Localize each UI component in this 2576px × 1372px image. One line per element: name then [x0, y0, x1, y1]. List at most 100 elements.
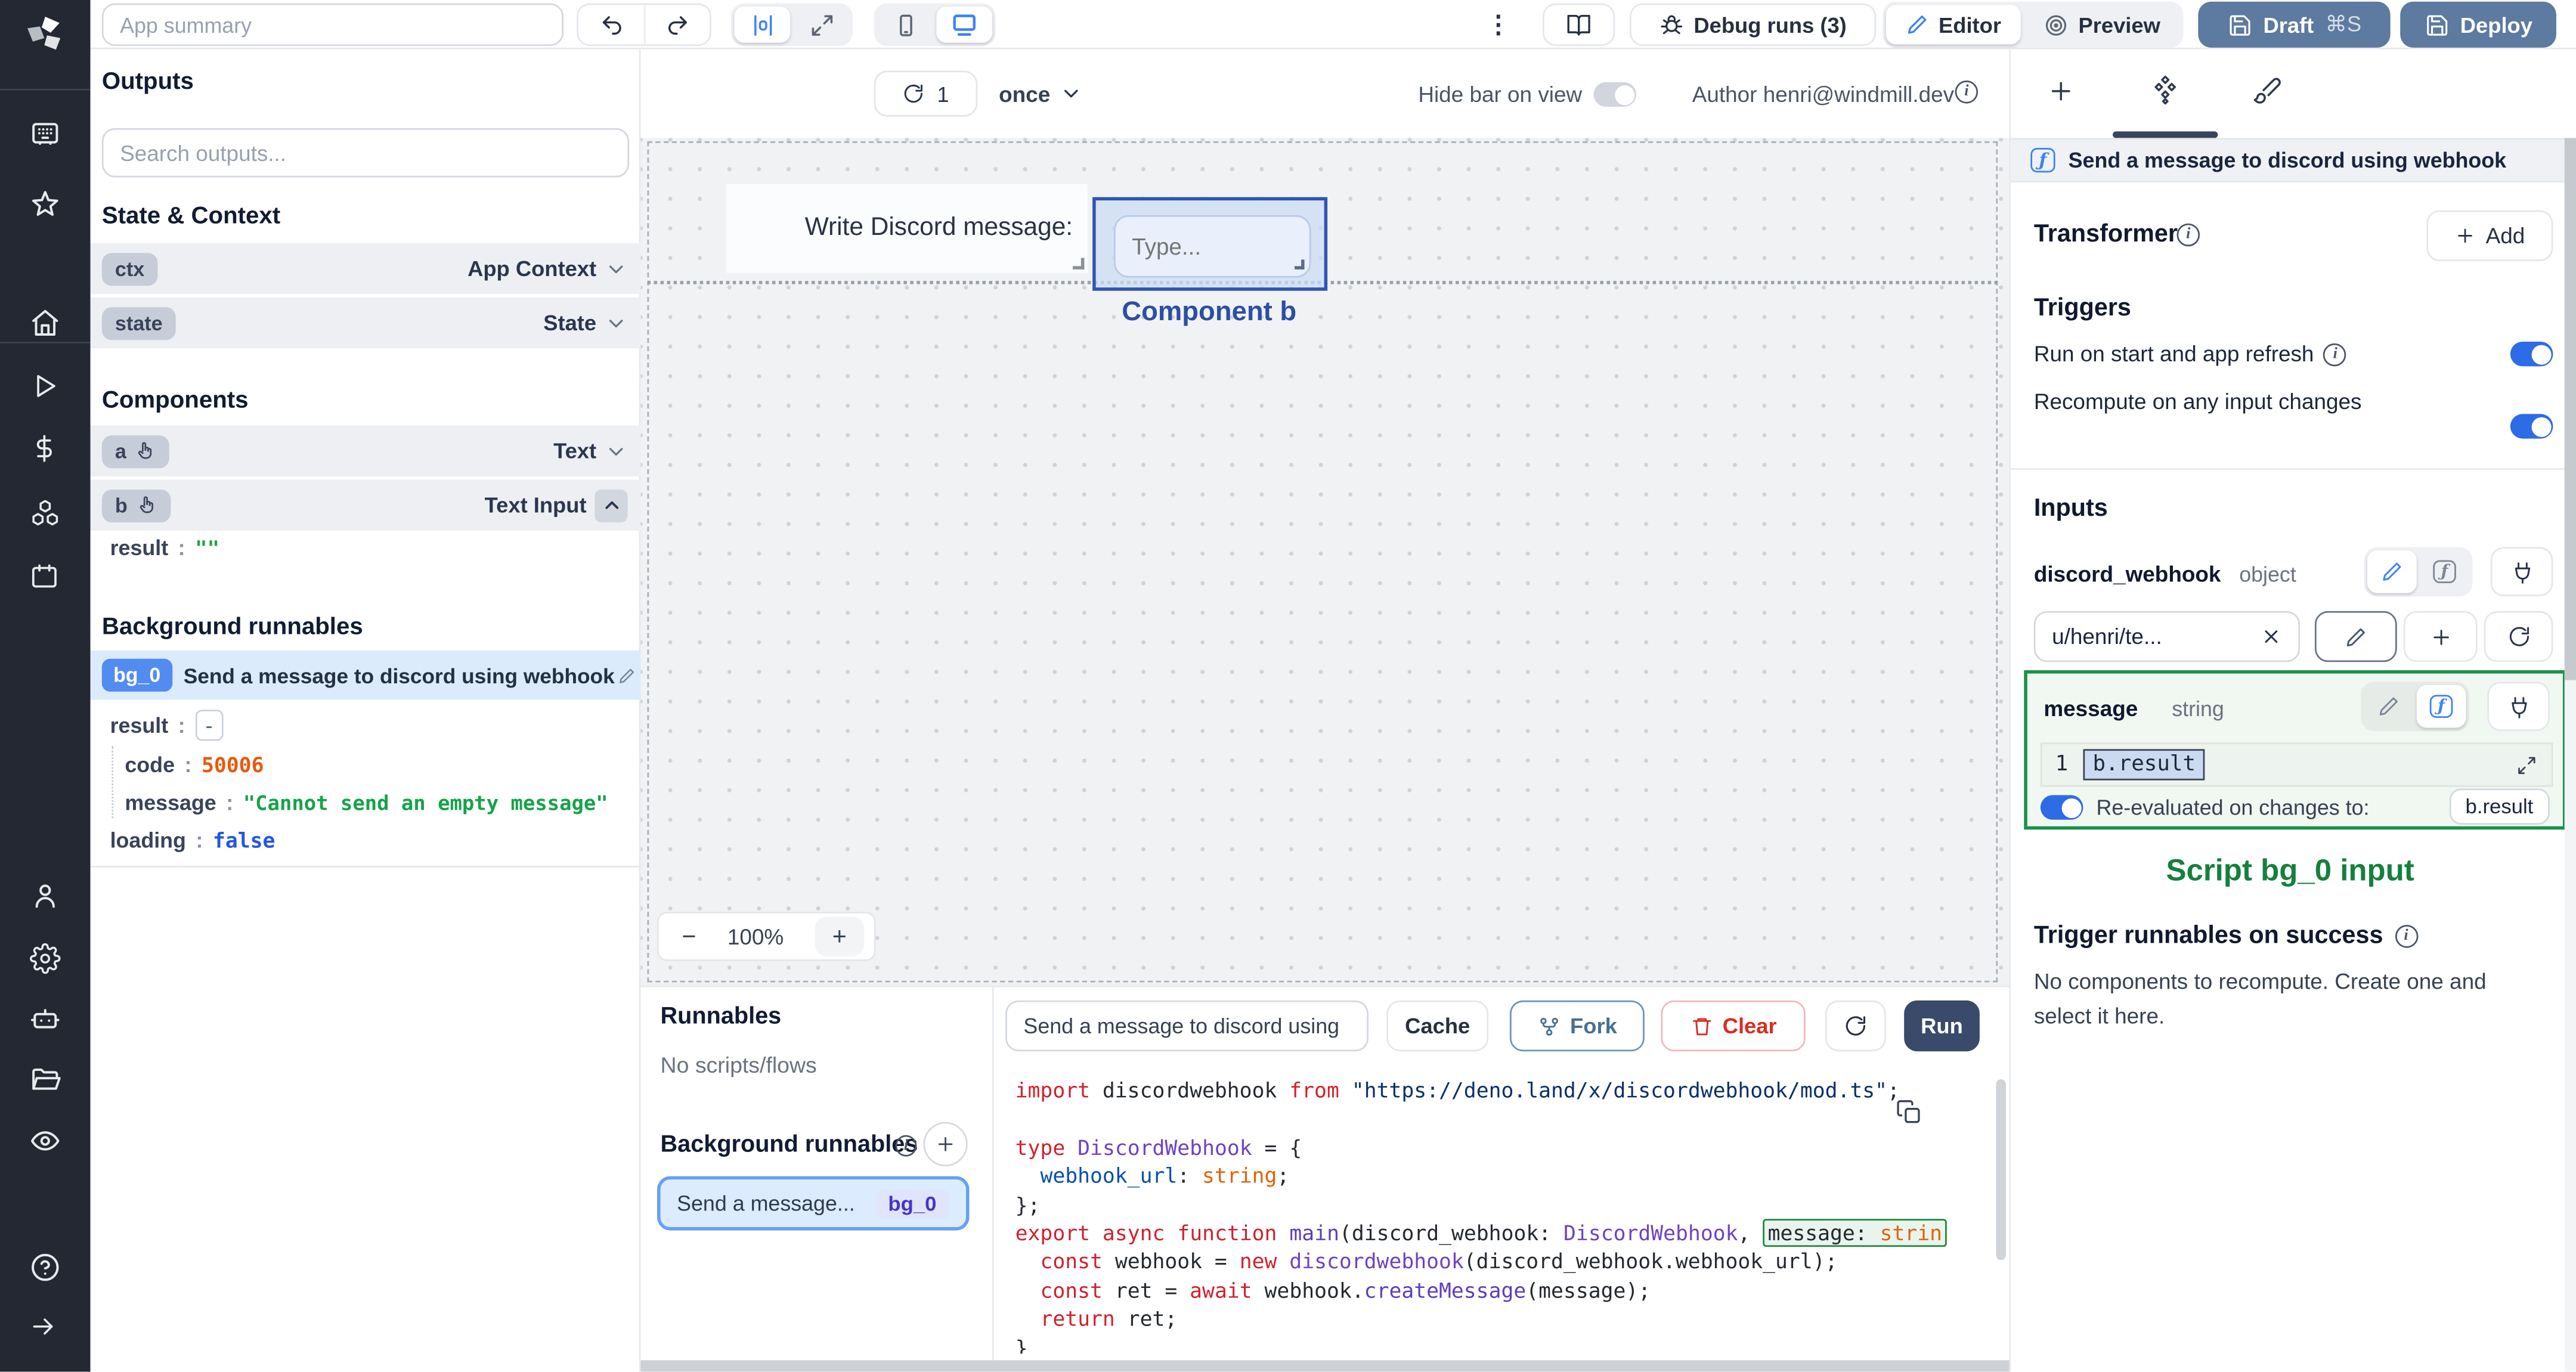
eval-function-icon[interactable]: ƒ [2420, 550, 2469, 593]
eval-function-icon[interactable]: ƒ [2416, 685, 2466, 728]
resize-handle[interactable] [1073, 258, 1085, 270]
refresh-count-box[interactable]: 1 [874, 70, 978, 117]
component-row-a[interactable]: a Text [90, 425, 641, 476]
settings-gear-icon[interactable] [30, 943, 61, 974]
zoom-in-button[interactable]: + [815, 916, 865, 956]
tab-editor[interactable]: Editor [1885, 5, 2021, 45]
static-pencil-icon[interactable] [2367, 550, 2417, 593]
clear-button[interactable]: Clear [1661, 1000, 1806, 1052]
refresh-resource-button[interactable] [2484, 611, 2553, 662]
folders-icon[interactable] [30, 1064, 61, 1095]
draft-button[interactable]: Draft ⌘S [2198, 1, 2391, 48]
zoom-out-button[interactable]: − [682, 922, 696, 950]
desktop-icon[interactable] [936, 7, 993, 43]
clear-x-icon[interactable] [2261, 626, 2282, 648]
on-success-empty-text: No components to recompute. Create one a… [2033, 969, 2487, 1029]
workers-robot-icon[interactable] [30, 1004, 61, 1035]
bg0-message-value: "Cannot send an empty message" [243, 791, 608, 814]
expr-value[interactable]: b.result [2083, 749, 2206, 781]
docs-book-button[interactable] [1543, 3, 1615, 47]
collapse-arrow-icon[interactable] [30, 1312, 61, 1343]
kebab-menu-icon[interactable]: ⋮ [1485, 7, 1512, 43]
panel-scrollbar-track[interactable] [2564, 138, 2576, 1372]
deploy-button[interactable]: Deploy [2400, 1, 2556, 48]
chevron-down-icon[interactable] [605, 257, 628, 280]
undo-icon[interactable] [578, 5, 644, 44]
pencil-icon[interactable] [618, 666, 636, 684]
run-button[interactable]: Run [1904, 1000, 1980, 1052]
connect-plug-icon[interactable] [2487, 682, 2550, 732]
output-row-state[interactable]: state State [90, 297, 641, 349]
text-component-a[interactable]: Write Discord message: [726, 184, 1088, 273]
code-vertical-scrollbar[interactable] [1996, 1079, 2006, 1260]
cache-button[interactable]: Cache [1386, 1000, 1489, 1052]
script-name-input[interactable] [1005, 1000, 1368, 1052]
resize-handle[interactable] [1295, 259, 1305, 270]
user-icon[interactable] [30, 881, 61, 912]
fullscreen-expand-icon[interactable] [794, 7, 850, 43]
chevron-down-icon[interactable] [605, 439, 628, 463]
info-icon[interactable]: i [1955, 80, 1979, 104]
favorites-star-icon[interactable] [30, 189, 61, 220]
add-runnable-button[interactable] [923, 1122, 968, 1167]
variables-dollar-icon[interactable] [30, 433, 61, 464]
tab-preview[interactable]: Preview [2024, 5, 2180, 44]
edit-resource-pencil-button[interactable] [2314, 611, 2397, 662]
text-input-component[interactable] [1113, 215, 1311, 278]
refresh-icon [903, 82, 926, 106]
search-outputs-input[interactable] [101, 128, 630, 178]
redo-icon[interactable] [643, 5, 710, 45]
fork-button[interactable]: Fork [1509, 1000, 1645, 1052]
selected-component-b[interactable] [1092, 197, 1328, 291]
audit-eye-icon[interactable] [30, 1125, 61, 1156]
chevron-down-icon[interactable] [605, 311, 628, 335]
help-icon[interactable] [30, 1252, 61, 1283]
bg-runnables-title: Background runnables [660, 1132, 918, 1159]
connect-plug-icon[interactable] [2490, 547, 2553, 597]
horizontal-scrollbar[interactable] [640, 1360, 2010, 1372]
runs-play-icon[interactable] [30, 371, 61, 402]
settings-tab-components-icon[interactable] [2149, 74, 2182, 107]
run-on-start-toggle[interactable] [2510, 342, 2553, 367]
insert-tab-plus-icon[interactable] [2047, 77, 2075, 105]
editor-preview-tabs: Editor Preview [1883, 1, 2184, 48]
app-canvas[interactable]: Write Discord message: Component b − 100… [640, 138, 2010, 986]
add-transformer-button[interactable]: Add [2426, 210, 2553, 262]
windmill-logo-icon[interactable] [23, 13, 66, 56]
static-pencil-icon[interactable] [2364, 685, 2414, 728]
component-b-type: Text Input [484, 493, 587, 518]
bg0-row[interactable]: bg_0 Send a message to discord using web… [90, 651, 641, 700]
workspace-keypad-icon[interactable] [30, 118, 61, 149]
align-center-icon[interactable] [734, 7, 791, 43]
reeval-target-pill[interactable]: b.result [2448, 788, 2550, 825]
styling-tab-brush-icon[interactable] [2252, 76, 2282, 106]
output-row-ctx[interactable]: ctx App Context [90, 243, 641, 295]
collapse-minus-button[interactable]: - [195, 710, 224, 741]
component-row-b[interactable]: b Text Input [90, 479, 641, 531]
resources-cubes-icon[interactable] [30, 498, 61, 529]
reeval-toggle[interactable] [2040, 795, 2083, 820]
expand-editor-icon[interactable] [2515, 753, 2538, 776]
hide-bar-toggle[interactable] [1593, 82, 1637, 107]
app-summary-input[interactable] [101, 3, 564, 47]
panel-scrollbar-thumb[interactable] [2564, 138, 2576, 680]
info-icon[interactable]: i [2394, 924, 2418, 947]
home-icon[interactable] [30, 307, 61, 338]
bg0-runnable-item[interactable]: Send a message... bg_0 [657, 1176, 970, 1231]
copy-code-icon[interactable] [1896, 1099, 1922, 1125]
code-lines[interactable]: import discordwebhook from "https://deno… [1015, 1076, 1993, 1354]
mobile-icon[interactable] [877, 7, 933, 43]
expr-editor-line[interactable]: 1 b.result [2040, 742, 2553, 787]
resource-picker[interactable]: u/henri/te... [2033, 611, 2301, 662]
debug-runs-button[interactable]: Debug runs (3) [1630, 3, 1877, 47]
info-icon[interactable]: i [2324, 342, 2347, 366]
add-resource-button[interactable] [2403, 611, 2478, 662]
info-icon[interactable]: i [895, 1135, 917, 1157]
schedules-calendar-icon[interactable] [30, 562, 61, 593]
collapse-chevron-up[interactable] [595, 488, 628, 522]
bg0-message-row: message: "Cannot send an empty message" [125, 790, 608, 815]
recompute-toggle[interactable] [2510, 414, 2553, 439]
info-icon[interactable]: i [2176, 223, 2200, 247]
refresh-script-button[interactable] [1825, 1000, 1886, 1052]
refresh-mode-dropdown[interactable]: once [999, 70, 1083, 116]
